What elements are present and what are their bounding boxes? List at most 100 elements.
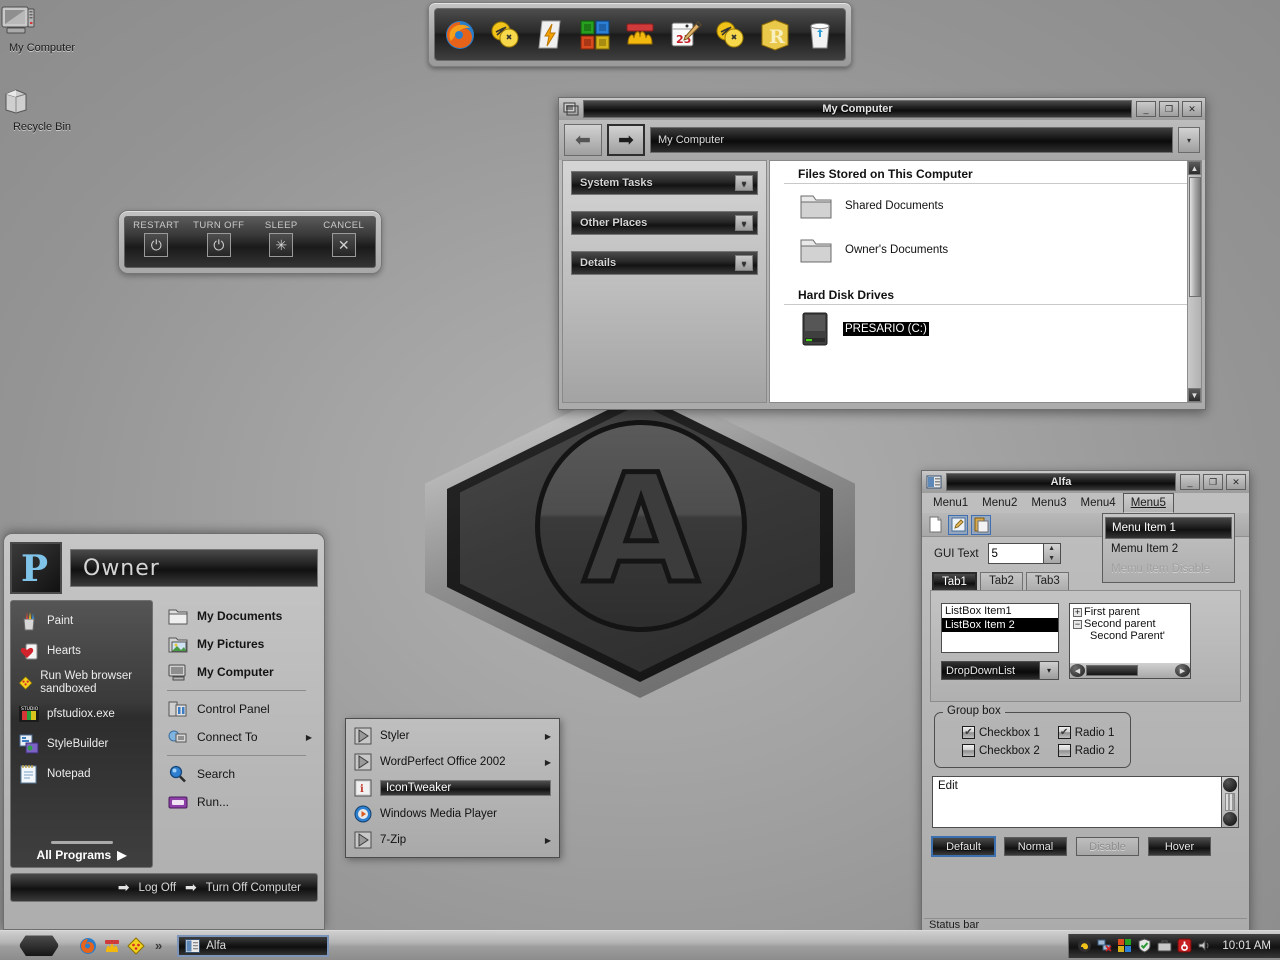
panel-other-places[interactable]: Other Places ▾ xyxy=(571,211,758,235)
start-item-hearts[interactable]: Hearts xyxy=(15,636,148,666)
tree-view[interactable]: + First parent − Second parent Second Pare… xyxy=(1069,603,1191,679)
back-button[interactable]: ⬅ xyxy=(564,124,602,156)
tree-node-child[interactable]: Second Parent' xyxy=(1073,630,1190,642)
toolbox-icon[interactable] xyxy=(1157,938,1172,953)
lightning-bolt-icon[interactable] xyxy=(533,18,567,52)
stepper-up-icon[interactable]: ▲ xyxy=(1044,544,1060,554)
menu-menu4[interactable]: Menu4 xyxy=(1074,493,1123,513)
normal-button[interactable]: Normal xyxy=(1004,837,1067,856)
sidebar-item-run[interactable]: Run... xyxy=(163,788,316,816)
new-document-icon[interactable] xyxy=(925,515,945,535)
chevron-down-icon[interactable]: ▾ xyxy=(735,255,753,271)
firefox-icon[interactable] xyxy=(443,18,477,52)
menu-menu5[interactable]: Menu5 xyxy=(1122,493,1174,513)
user-avatar-p-icon[interactable]: P xyxy=(10,542,62,594)
checkbox-1[interactable]: ✔ Checkbox 1 xyxy=(962,726,1040,740)
menu-menu1[interactable]: Menu1 xyxy=(926,493,975,513)
firefox-ql-icon[interactable] xyxy=(79,937,97,955)
colored-squares-icon[interactable] xyxy=(1117,938,1132,953)
dropdown-list[interactable]: DropDownList ▾ xyxy=(941,661,1059,680)
start-menu-programs-column[interactable]: Paint Hearts Run Web browser sandboxed S… xyxy=(10,600,153,868)
file-item-presario-c[interactable]: PRESARIO (C:) xyxy=(770,305,1201,353)
edit-pencil-icon[interactable] xyxy=(948,514,968,535)
flame-crown-icon[interactable] xyxy=(623,18,657,52)
address-bar[interactable]: My Computer xyxy=(650,127,1173,153)
checkbox-checked-icon[interactable]: ✔ xyxy=(962,726,975,740)
forward-button[interactable]: ➡ xyxy=(607,124,645,156)
default-button[interactable]: Default xyxy=(931,836,996,857)
sidebar-item-connect-to[interactable]: Connect To ▶ xyxy=(163,723,316,751)
alfa-menubar[interactable]: Menu1 Menu2 Menu3 Menu4 Menu5 xyxy=(922,493,1249,513)
start-menu-places-column[interactable]: My Documents My Pictures My Computer Con… xyxy=(159,600,318,868)
program-item-styler[interactable]: Styler ▶ xyxy=(349,723,556,749)
explorer-task-pane[interactable]: System Tasks ▾ Other Places ▾ Details ▾ xyxy=(562,160,767,403)
horizontal-scrollbar[interactable]: ◀ ▶ xyxy=(1070,663,1190,678)
tab-tab2[interactable]: Tab2 xyxy=(979,572,1023,590)
listbox[interactable]: ListBox Item1 ListBox Item 2 xyxy=(941,603,1059,653)
button-row[interactable]: Default Normal Disable Hover xyxy=(922,828,1249,857)
panel-details[interactable]: Details ▾ xyxy=(571,251,758,275)
spinner-input[interactable] xyxy=(987,543,1043,564)
maximize-button[interactable]: ❐ xyxy=(1159,101,1179,117)
address-dropdown-icon[interactable]: ▾ xyxy=(1178,127,1200,153)
desktop-icon-my-computer[interactable]: My Computer xyxy=(0,5,84,54)
shield-ok-icon[interactable] xyxy=(1137,938,1152,953)
start-button[interactable] xyxy=(8,933,70,959)
start-item-pfstudiox[interactable]: STUDIO pfstudiox.exe xyxy=(15,699,148,729)
sidebar-item-my-pictures[interactable]: My Pictures xyxy=(163,630,316,658)
radio-unchecked-icon[interactable] xyxy=(1057,744,1071,758)
my-computer-window[interactable]: My Computer _ ❐ ✕ ⬅ ➡ My Computer ▾ Syst… xyxy=(558,97,1206,410)
sidebar-item-search[interactable]: Search xyxy=(163,760,316,788)
restart-button[interactable]: RESTART ⏻ xyxy=(129,220,183,257)
all-programs-flyout[interactable]: Styler ▶ WordPerfect Office 2002 ▶ i Ico… xyxy=(345,718,560,858)
scroll-left-button[interactable]: ◀ xyxy=(1070,664,1085,677)
start-menu[interactable]: P Owner Paint Hearts Run Web browser san… xyxy=(3,533,325,930)
red-stop-icon[interactable] xyxy=(1177,938,1192,953)
edit-scrollbar[interactable] xyxy=(1221,777,1238,827)
file-item-owners-documents[interactable]: Owner's Documents xyxy=(770,228,1201,272)
explorer-titlebar[interactable]: My Computer _ ❐ ✕ xyxy=(559,98,1205,120)
gold-r-icon[interactable]: R xyxy=(758,18,792,52)
tab-tab3[interactable]: Tab3 xyxy=(1025,572,1069,590)
cancel-button[interactable]: CANCEL ✕ xyxy=(317,220,371,257)
explorer-toolbar[interactable]: ⬅ ➡ My Computer ▾ xyxy=(559,120,1205,160)
sidebar-item-my-computer[interactable]: My Computer xyxy=(163,658,316,686)
list-item[interactable]: ListBox Item 2 xyxy=(942,618,1058,632)
maximize-button[interactable]: ❐ xyxy=(1203,474,1223,490)
paste-clipboard-icon[interactable] xyxy=(971,514,991,535)
four-squares-icon[interactable] xyxy=(578,18,612,52)
turn-off-button[interactable]: TURN OFF ⏻ xyxy=(192,220,246,257)
minimize-button[interactable]: _ xyxy=(1136,101,1156,117)
yellow-gear-shield-icon-2[interactable] xyxy=(713,18,747,52)
close-button[interactable]: ✕ xyxy=(1182,101,1202,117)
hover-button[interactable]: Hover xyxy=(1148,837,1211,856)
turn-off-computer-dialog[interactable]: RESTART ⏻ TURN OFF ⏻ SLEEP ✳ CANCEL ✕ xyxy=(118,210,382,274)
checkbox-unchecked-icon[interactable] xyxy=(962,744,975,758)
volume-icon[interactable] xyxy=(1197,938,1212,953)
scrollbar-thumb[interactable] xyxy=(1225,793,1235,811)
vertical-scrollbar[interactable]: ▲ ▼ xyxy=(1187,161,1201,402)
scroll-down-button[interactable]: ▼ xyxy=(1188,388,1201,402)
icon-dock[interactable]: 25 R xyxy=(428,2,852,67)
start-item-sandbox-browser[interactable]: Run Web browser sandboxed xyxy=(15,666,148,699)
sidebar-item-my-documents[interactable]: My Documents xyxy=(163,602,316,630)
panel-system-tasks[interactable]: System Tasks ▾ xyxy=(571,171,758,195)
start-item-notepad[interactable]: Notepad xyxy=(15,759,148,789)
quantity-stepper[interactable]: ▲ ▼ xyxy=(987,543,1061,564)
explorer-file-list[interactable]: Files Stored on This Computer Shared Doc… xyxy=(769,160,1202,403)
log-off-button[interactable]: Log Off xyxy=(139,882,177,894)
yellow-swirl-icon[interactable] xyxy=(1077,938,1092,953)
sleep-button[interactable]: SLEEP ✳ xyxy=(254,220,308,257)
radio-2[interactable]: Radio 2 xyxy=(1057,744,1114,758)
chevron-down-icon[interactable]: ▾ xyxy=(735,215,753,231)
desktop[interactable]: A My Computer Recycle Bin 25 R RESTART ⏻… xyxy=(0,0,1280,930)
system-tray[interactable]: 10:01 AM xyxy=(1068,933,1280,958)
start-item-stylebuilder[interactable]: StyleBuilder xyxy=(15,729,148,759)
start-item-paint[interactable]: Paint xyxy=(15,606,148,636)
checkbox-2[interactable]: Checkbox 2 xyxy=(962,744,1040,758)
radio-checked-icon[interactable]: ✔ xyxy=(1057,726,1071,740)
chevron-down-icon[interactable]: ▾ xyxy=(1040,661,1059,680)
stepper-down-icon[interactable]: ▼ xyxy=(1044,554,1060,564)
task-buttons[interactable]: Alfa xyxy=(171,934,330,957)
start-menu-footer[interactable]: ➡ Log Off ➡ Turn Off Computer xyxy=(10,873,318,902)
